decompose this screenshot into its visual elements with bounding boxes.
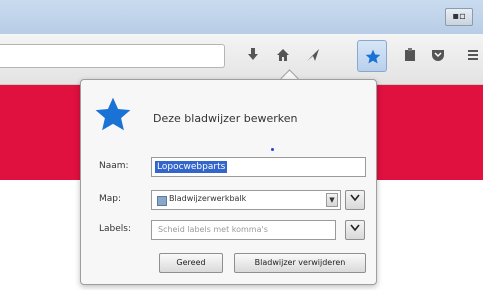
- folder-label: Map:: [99, 194, 122, 204]
- chevron-down-icon: [350, 194, 360, 202]
- name-label: Naam:: [99, 161, 129, 171]
- browser-toolbar: [0, 34, 483, 85]
- labels-label: Labels:: [99, 224, 132, 234]
- labels-placeholder: Scheid labels met komma's: [158, 225, 268, 234]
- home-icon[interactable]: [273, 48, 293, 68]
- folder-select[interactable]: Bladwijzerwerkbalk ▼: [151, 190, 341, 210]
- panel-title: Deze bladwijzer bewerken: [153, 112, 298, 125]
- name-value: Lopocwebparts: [155, 161, 228, 173]
- expand-folders-button[interactable]: [345, 190, 365, 210]
- dropdown-arrow-icon[interactable]: ▼: [326, 193, 338, 207]
- done-button[interactable]: Gereed: [159, 253, 223, 273]
- menu-icon[interactable]: [463, 48, 483, 68]
- folder-icon: [157, 196, 167, 206]
- download-icon[interactable]: [243, 48, 263, 68]
- window-control-button[interactable]: ▪▫: [445, 8, 473, 26]
- expand-labels-button[interactable]: [345, 220, 365, 240]
- labels-input[interactable]: Scheid labels met komma's: [151, 220, 336, 240]
- address-bar[interactable]: [0, 44, 225, 68]
- window-titlebar: ▪▫: [0, 0, 483, 34]
- pocket-icon[interactable]: [428, 48, 448, 68]
- clipboard-icon[interactable]: [400, 48, 420, 68]
- name-input[interactable]: Lopocwebparts: [151, 157, 366, 177]
- bookmark-star-button[interactable]: [357, 40, 387, 72]
- chevron-down-icon: [350, 224, 360, 232]
- remove-bookmark-button[interactable]: Bladwijzer verwijderen: [234, 253, 366, 273]
- focus-dot: [271, 148, 274, 151]
- bookmark-star-icon: [365, 49, 381, 64]
- send-icon[interactable]: [303, 48, 323, 68]
- bookmark-star-icon: [95, 97, 131, 131]
- folder-value: Bladwijzerwerkbalk: [169, 194, 247, 203]
- edit-bookmark-panel: Deze bladwijzer bewerken Naam: Lopocwebp…: [80, 79, 377, 285]
